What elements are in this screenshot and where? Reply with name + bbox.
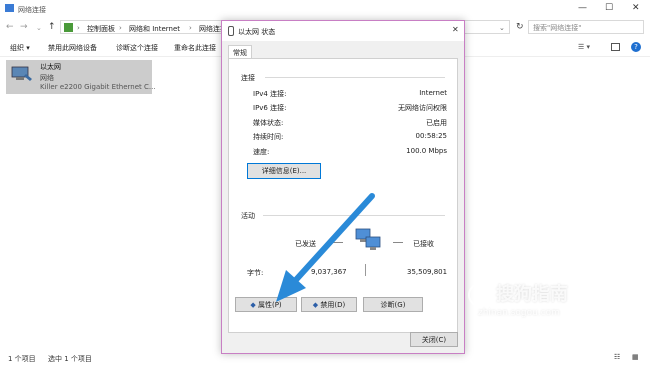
watermark-text: 搜狗指南 (496, 284, 568, 305)
sogou-logo-icon (468, 283, 492, 307)
arrow-shaft (291, 193, 375, 285)
watermark-logo: 搜狗指南 (468, 280, 568, 307)
watermark-url: zhinan.sogou.com (478, 308, 560, 318)
